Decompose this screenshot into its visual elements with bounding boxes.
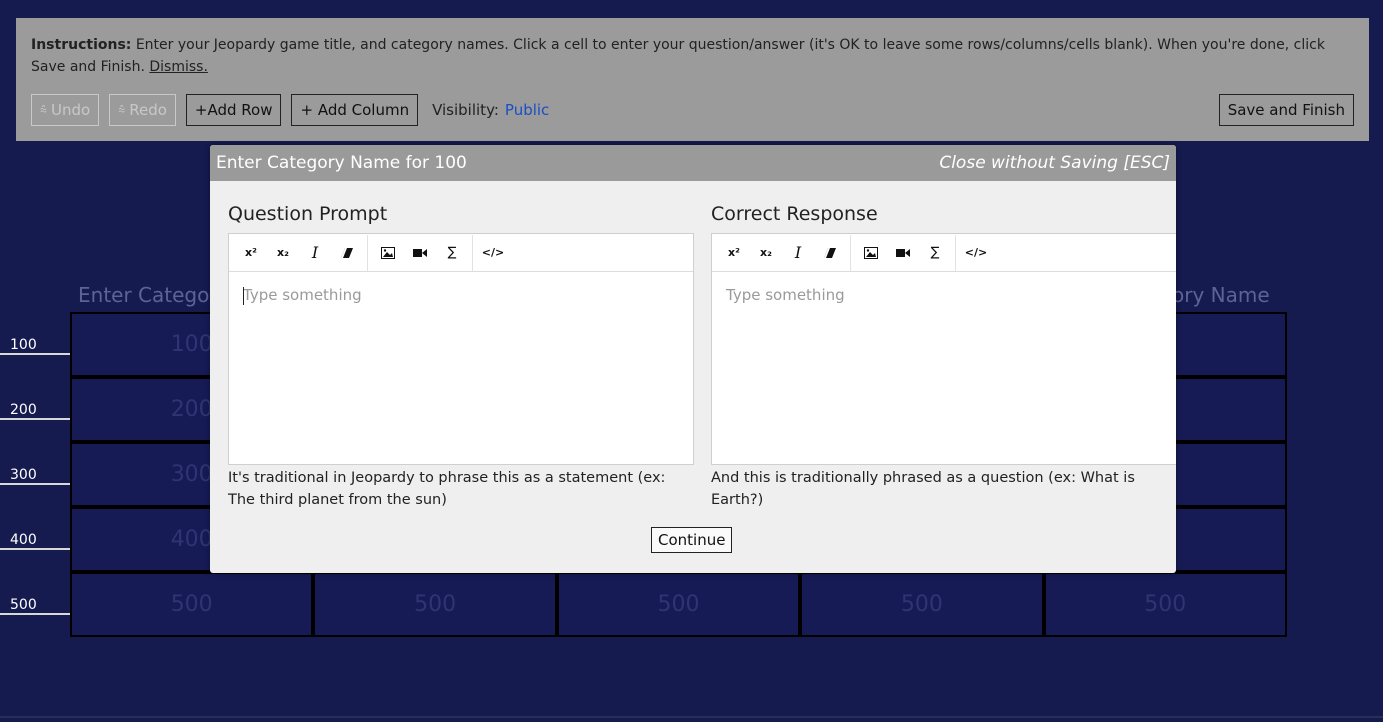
instructions-label: Instructions: (31, 37, 132, 53)
subscript-icon[interactable]: x₂ (267, 235, 299, 271)
response-input[interactable]: Type something (712, 272, 1176, 464)
row-label-400: 400 (0, 530, 70, 550)
modal-header: Enter Category Name for 100 Close withou… (210, 145, 1176, 181)
board-cell[interactable]: 500 (70, 572, 314, 637)
board-cell[interactable]: 500 (313, 572, 557, 637)
bottom-divider (0, 716, 1383, 718)
toolbar-divider (955, 234, 956, 271)
redo-icon: ⩯ (118, 102, 126, 117)
image-icon[interactable] (855, 235, 887, 271)
video-icon[interactable] (887, 235, 919, 271)
board-cell[interactable]: 500 (1043, 572, 1287, 637)
correct-response-section: Correct Response x² x₂ I ∑ </> Type some… (711, 201, 1176, 511)
toolbar-divider (850, 234, 851, 271)
row-label-100: 100 (0, 335, 70, 355)
visibility-toggle[interactable]: Public (505, 99, 549, 121)
row-label-200: 200 (0, 400, 70, 420)
question-editor: x² x₂ I ∑ </> Type something (228, 233, 694, 465)
category-modal: Enter Category Name for 100 Close withou… (210, 145, 1176, 573)
add-row-button[interactable]: +Add Row (185, 94, 282, 126)
sigma-icon[interactable]: ∑ (436, 235, 468, 271)
redo-label: Redo (129, 101, 167, 119)
question-hint: It's traditional in Jeopardy to phrase t… (228, 470, 666, 508)
board-cell[interactable]: 500 (800, 572, 1044, 637)
image-icon[interactable] (372, 235, 404, 271)
dismiss-link[interactable]: Dismiss. (149, 59, 208, 75)
superscript-icon[interactable]: x² (718, 235, 750, 271)
video-icon[interactable] (404, 235, 436, 271)
response-placeholder: Type something (726, 286, 845, 304)
question-prompt-title: Question Prompt (228, 203, 388, 225)
continue-button[interactable]: Continue (651, 527, 733, 553)
row-label-300: 300 (0, 465, 70, 485)
editor-toolbar: ⩯ Undo ⩯ Redo +Add Row + Add Column Visi… (31, 94, 1354, 126)
sigma-icon[interactable]: ∑ (919, 235, 951, 271)
undo-icon: ⩯ (40, 102, 48, 117)
italic-icon[interactable]: I (782, 235, 814, 271)
redo-button[interactable]: ⩯ Redo (109, 94, 176, 126)
save-and-finish-button[interactable]: Save and Finish (1218, 94, 1354, 126)
modal-title: Enter Category Name for 100 (216, 153, 467, 173)
code-icon[interactable]: </> (960, 235, 992, 271)
undo-label: Undo (51, 101, 91, 119)
correct-response-title: Correct Response (711, 203, 878, 225)
question-prompt-section: Question Prompt x² x₂ I ∑ </> Type somet… (228, 201, 694, 511)
board-row: 500 500 500 500 500 (70, 572, 1287, 637)
instructions-panel: Instructions: Enter your Jeopardy game t… (16, 18, 1369, 141)
subscript-icon[interactable]: x₂ (750, 235, 782, 271)
question-input[interactable]: Type something (229, 272, 693, 464)
toolbar-divider (472, 234, 473, 271)
italic-icon[interactable]: I (299, 235, 331, 271)
board-cell[interactable]: 500 (556, 572, 801, 637)
question-placeholder: Type something (243, 286, 362, 304)
response-hint: And this is traditionally phrased as a q… (711, 470, 1135, 508)
eraser-icon[interactable] (814, 235, 846, 271)
close-without-saving-button[interactable]: Close without Saving [ESC] (939, 153, 1170, 173)
response-editor-toolbar: x² x₂ I ∑ </> (712, 234, 1176, 272)
superscript-icon[interactable]: x² (235, 235, 267, 271)
visibility-label: Visibility: (432, 101, 499, 119)
text-caret (243, 287, 244, 305)
instructions-text: Enter your Jeopardy game title, and cate… (31, 37, 1325, 75)
undo-button[interactable]: ⩯ Undo (31, 94, 100, 126)
question-editor-toolbar: x² x₂ I ∑ </> (229, 234, 693, 272)
toolbar-divider (367, 234, 368, 271)
row-label-500: 500 (0, 595, 70, 615)
code-icon[interactable]: </> (477, 235, 509, 271)
eraser-icon[interactable] (331, 235, 363, 271)
response-editor: x² x₂ I ∑ </> Type something (711, 233, 1176, 465)
add-column-button[interactable]: + Add Column (291, 94, 419, 126)
